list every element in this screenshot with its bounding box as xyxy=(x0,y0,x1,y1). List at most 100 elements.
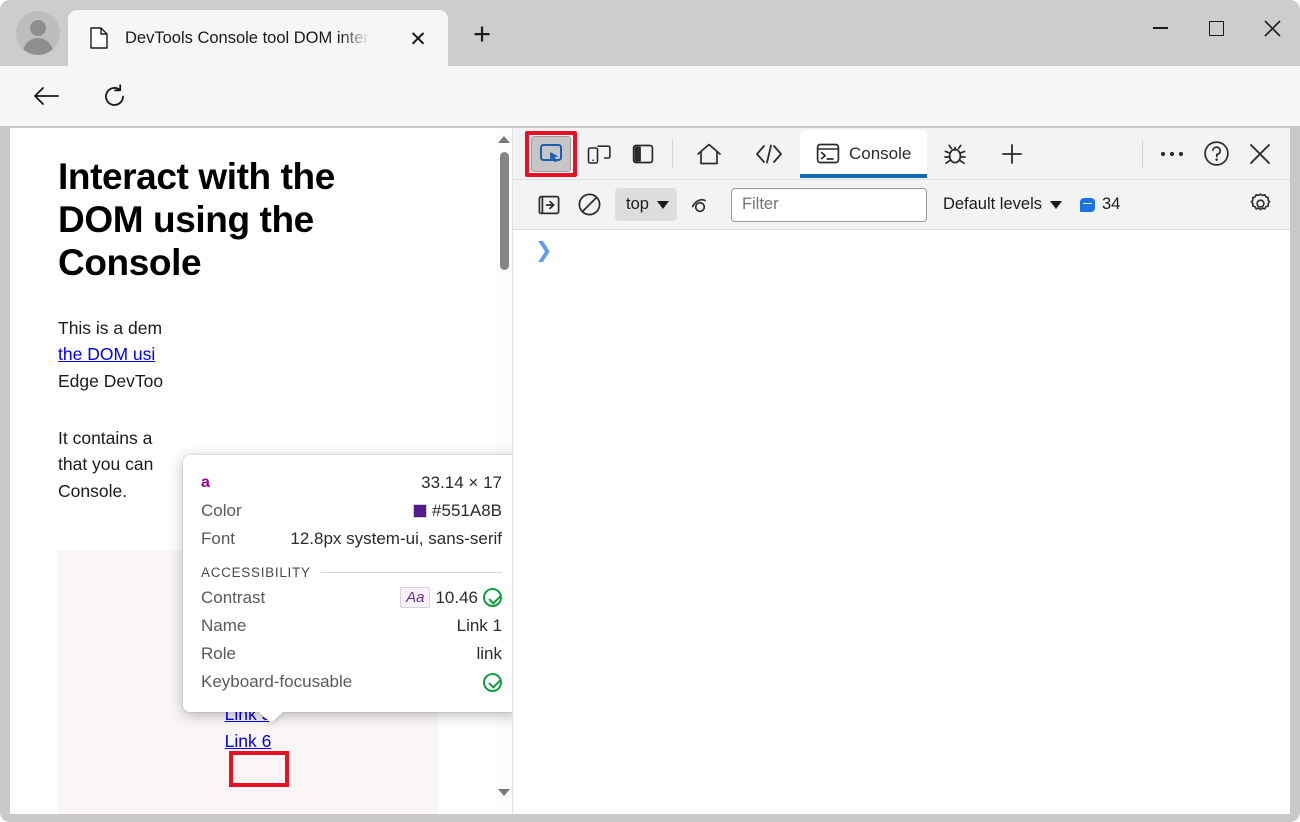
tooltip-keyboard-label: Keyboard-focusable xyxy=(201,672,352,692)
color-swatch-icon xyxy=(413,504,427,518)
maximize-button[interactable] xyxy=(1188,0,1244,56)
scroll-up-arrow-icon[interactable] xyxy=(496,131,512,147)
scroll-down-arrow-icon[interactable] xyxy=(496,784,512,800)
tooltip-color-label: Color xyxy=(201,501,242,521)
content-area: Interact with the DOM using the Console … xyxy=(10,128,1290,814)
paragraph-1-text-b: Edge DevToo xyxy=(58,371,163,391)
devtools-panel: Console xyxy=(513,128,1290,814)
console-prompt-row[interactable]: ❯ xyxy=(513,230,1290,261)
page-viewport: Interact with the DOM using the Console … xyxy=(10,128,513,814)
tooltip-font-label: Font xyxy=(201,529,235,549)
tooltip-pointer-notch xyxy=(258,711,284,723)
devtools-toolbar-right xyxy=(1135,134,1290,174)
tab-title: DevTools Console tool DOM interactions xyxy=(125,29,370,48)
tab-close-icon[interactable]: ✕ xyxy=(406,27,430,51)
console-prompt-chevron-icon: ❯ xyxy=(535,240,553,261)
window-controls xyxy=(1132,0,1300,56)
tooltip-dimensions: 33.14 × 17 xyxy=(421,473,502,493)
message-count-value: 34 xyxy=(1102,195,1120,214)
tooltip-contrast-row: Contrast Aa 10.46 xyxy=(201,583,502,612)
more-tools-button[interactable] xyxy=(983,130,1041,178)
tooltip-contrast-value-wrap: Aa 10.46 xyxy=(400,587,502,608)
tooltip-color-row: Color #551A8B xyxy=(201,497,502,525)
title-bar: DevTools Console tool DOM interactions ✕… xyxy=(0,0,1300,66)
annotation-box-selected-link xyxy=(229,751,289,787)
keyboard-focusable-check-icon xyxy=(483,673,502,692)
tooltip-name-value: Link 1 xyxy=(457,616,502,636)
tooltip-header-row: a 33.14 × 17 xyxy=(201,469,502,497)
tooltip-accessibility-section: ACCESSIBILITY xyxy=(201,565,502,580)
tab-elements[interactable] xyxy=(738,130,800,178)
message-bubble-icon xyxy=(1080,198,1095,212)
tooltip-accessibility-title: ACCESSIBILITY xyxy=(201,565,311,580)
tooltip-color-value-wrap: #551A8B xyxy=(413,501,502,521)
tooltip-keyboard-row: Keyboard-focusable xyxy=(201,668,502,696)
section-divider xyxy=(321,572,502,573)
close-window-button[interactable] xyxy=(1244,0,1300,56)
tab-welcome[interactable] xyxy=(680,130,738,178)
paragraph-2-text-a: It contains a xyxy=(58,428,152,448)
paragraph-2-text-b: that you can xyxy=(58,454,153,474)
scrollbar-thumb[interactable] xyxy=(500,152,509,270)
devtools-help-icon[interactable] xyxy=(1194,134,1238,174)
paragraph-2-text-c: Console. xyxy=(58,481,127,501)
execution-context-select[interactable]: top xyxy=(615,188,677,221)
console-output-area[interactable]: ❯ xyxy=(513,230,1290,814)
log-levels-select[interactable]: Default levels xyxy=(943,195,1062,214)
page-paragraph-1: This is a dem the DOM usi Edge DevToo xyxy=(58,315,464,395)
chevron-down-icon xyxy=(657,201,669,209)
console-settings-gear-icon[interactable] xyxy=(1240,188,1280,222)
tooltip-font-row: Font 12.8px system-ui, sans-serif xyxy=(201,525,502,553)
tooltip-contrast-value: 10.46 xyxy=(435,588,478,608)
back-button[interactable] xyxy=(28,78,64,114)
tooltip-font-value: 12.8px system-ui, sans-serif xyxy=(290,529,502,549)
devtools-more-options-icon[interactable] xyxy=(1150,134,1194,174)
reload-button[interactable] xyxy=(96,78,132,114)
tab-console[interactable]: Console xyxy=(800,130,927,178)
console-settings-wrapper xyxy=(1240,188,1290,222)
tooltip-element-tag: a xyxy=(201,474,210,492)
log-levels-value: Default levels xyxy=(943,195,1042,214)
page-heading: Interact with the DOM using the Console xyxy=(58,156,408,285)
new-tab-button[interactable]: + xyxy=(466,17,498,49)
console-message-count[interactable]: 34 xyxy=(1080,195,1120,214)
tab-issues[interactable] xyxy=(927,130,983,178)
browser-window: DevTools Console tool DOM interactions ✕… xyxy=(0,0,1300,822)
tooltip-role-label: Role xyxy=(201,644,236,664)
tooltip-color-value: #551A8B xyxy=(432,501,502,521)
console-tab-label: Console xyxy=(849,144,911,164)
console-sidebar-toggle-icon[interactable] xyxy=(529,188,569,222)
dock-side-button[interactable] xyxy=(621,134,665,174)
levels-chevron-down-icon xyxy=(1050,201,1062,209)
clear-console-icon[interactable] xyxy=(569,188,609,222)
profile-avatar[interactable] xyxy=(16,11,60,55)
tooltip-role-value: link xyxy=(476,644,502,664)
tooltip-contrast-label: Contrast xyxy=(201,588,265,608)
contrast-pass-check-icon xyxy=(483,588,502,607)
tooltip-keyboard-value xyxy=(483,673,502,692)
navigation-bar: https://microsoftedge.github.io/Demos/de… xyxy=(0,66,1300,126)
tooltip-name-label: Name xyxy=(201,616,246,636)
execution-context-value: top xyxy=(626,195,649,214)
browser-tab[interactable]: DevTools Console tool DOM interactions ✕ xyxy=(68,10,448,66)
console-filter-input[interactable] xyxy=(731,188,927,222)
device-emulation-button[interactable] xyxy=(577,134,621,174)
devtools-main-toolbar: Console xyxy=(513,128,1290,180)
contrast-aa-badge: Aa xyxy=(400,587,430,608)
console-toolbar: top Default levels 34 xyxy=(513,180,1290,230)
page-file-icon xyxy=(90,27,108,49)
inspect-tooltip: a 33.14 × 17 Color #551A8B Font 12.8px s… xyxy=(183,455,513,712)
inspect-element-button[interactable] xyxy=(531,136,571,172)
inspect-tool-wrapper xyxy=(525,131,577,177)
toolbar-divider-1 xyxy=(672,140,673,168)
live-expression-icon[interactable] xyxy=(683,188,723,222)
avatar-head-icon xyxy=(30,20,46,36)
dom-doc-link[interactable]: the DOM usi xyxy=(58,344,155,364)
tooltip-name-row: Name Link 1 xyxy=(201,612,502,640)
console-tab-icon xyxy=(816,142,840,165)
devtools-close-icon[interactable] xyxy=(1238,134,1282,174)
paragraph-1-text-a: This is a dem xyxy=(58,318,162,338)
tooltip-role-row: Role link xyxy=(201,640,502,668)
avatar-body-icon xyxy=(23,38,53,55)
minimize-button[interactable] xyxy=(1132,0,1188,56)
